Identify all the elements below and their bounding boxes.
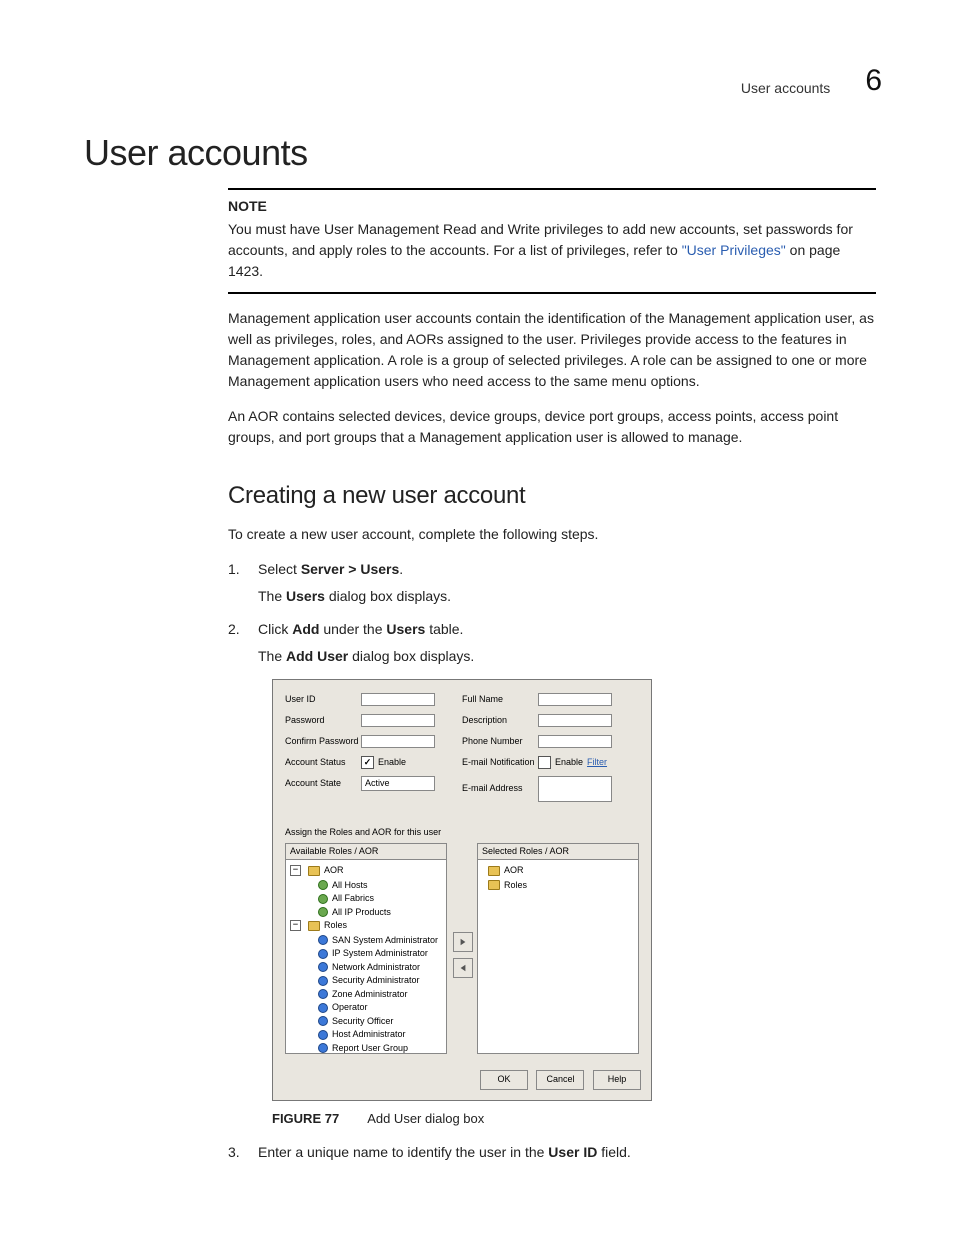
paragraph-2: An AOR contains selected devices, device…	[228, 406, 876, 448]
label-phone: Phone Number	[462, 735, 538, 749]
role-icon	[318, 935, 328, 945]
running-header: User accounts 6	[741, 66, 882, 96]
fabric-icon	[318, 894, 328, 904]
dialog-right-column: Full Name Description Phone Number E-mai…	[462, 692, 639, 808]
folder-icon	[308, 866, 320, 876]
label-description: Description	[462, 714, 538, 728]
available-header: Available Roles / AOR	[285, 843, 447, 860]
add-user-dialog: User ID Password Confirm Password Accoun…	[272, 679, 652, 1101]
page-title: User accounts	[84, 132, 308, 174]
figure-label: FIGURE 77	[272, 1111, 339, 1126]
user-id-field[interactable]	[361, 693, 435, 706]
email-notif-checkbox[interactable]	[538, 756, 551, 769]
steps-list: Select Server > Users. The Users dialog …	[228, 559, 876, 1163]
host-icon	[318, 880, 328, 890]
label-user-id: User ID	[285, 693, 361, 707]
role-icon	[318, 949, 328, 959]
role-icon	[318, 1003, 328, 1013]
rule-top	[228, 188, 876, 190]
role-icon	[318, 962, 328, 972]
step-1-result: The Users dialog box displays.	[258, 586, 876, 607]
account-state-field[interactable]: Active	[361, 776, 435, 791]
help-button[interactable]: Help	[593, 1070, 641, 1090]
subheading: Creating a new user account	[228, 478, 876, 514]
role-icon	[318, 1043, 328, 1053]
full-name-field[interactable]	[538, 693, 612, 706]
available-list[interactable]: −AOR All Hosts All Fabrics All IP Produc…	[285, 859, 447, 1054]
password-field[interactable]	[361, 714, 435, 727]
role-icon	[318, 1016, 328, 1026]
ok-button[interactable]: OK	[480, 1070, 528, 1090]
link-user-privileges[interactable]: "User Privileges"	[682, 242, 786, 258]
paragraph-1: Management application user accounts con…	[228, 308, 876, 392]
minus-icon[interactable]: −	[290, 865, 301, 876]
selected-list[interactable]: AOR Roles	[477, 859, 639, 1054]
folder-icon	[488, 866, 500, 876]
step-2-result: The Add User dialog box displays.	[258, 646, 876, 667]
label-account-status: Account Status	[285, 756, 361, 770]
dialog-left-column: User ID Password Confirm Password Accoun…	[285, 692, 462, 808]
figure-caption: FIGURE 77 Add User dialog box	[272, 1109, 876, 1129]
role-icon	[318, 976, 328, 986]
body-column: NOTE You must have User Management Read …	[228, 188, 876, 1171]
account-status-enable: Enable	[378, 756, 406, 770]
label-email-address: E-mail Address	[462, 782, 538, 796]
minus-icon[interactable]: −	[290, 920, 301, 931]
assign-label: Assign the Roles and AOR for this user	[285, 826, 639, 840]
label-full-name: Full Name	[462, 693, 538, 707]
step-2: Click Add under the Users table. The Add…	[228, 619, 876, 1128]
dialog-buttons: OK Cancel Help	[273, 1060, 651, 1100]
step-3: Enter a unique name to identify the user…	[228, 1142, 876, 1163]
label-password: Password	[285, 714, 361, 728]
chapter-number: 6	[865, 66, 882, 96]
ip-icon	[318, 907, 328, 917]
role-icon	[318, 1030, 328, 1040]
page: User accounts 6 User accounts NOTE You m…	[0, 0, 954, 1235]
role-icon	[318, 989, 328, 999]
account-status-checkbox[interactable]	[361, 756, 374, 769]
email-address-field[interactable]	[538, 776, 612, 802]
cancel-button[interactable]: Cancel	[536, 1070, 584, 1090]
folder-icon	[308, 921, 320, 931]
figure-text: Add User dialog box	[367, 1111, 484, 1126]
filter-link[interactable]: Filter	[587, 756, 607, 770]
note-label: NOTE	[228, 196, 876, 217]
note-block: NOTE You must have User Management Read …	[228, 196, 876, 282]
description-field[interactable]	[538, 714, 612, 727]
selected-header: Selected Roles / AOR	[477, 843, 639, 860]
remove-role-button[interactable]	[453, 958, 473, 978]
folder-icon	[488, 880, 500, 890]
label-email-notif: E-mail Notification	[462, 756, 538, 770]
step-1: Select Server > Users. The Users dialog …	[228, 559, 876, 607]
confirm-password-field[interactable]	[361, 735, 435, 748]
add-role-button[interactable]	[453, 932, 473, 952]
phone-field[interactable]	[538, 735, 612, 748]
role-grid: Available Roles / AOR −AOR All Hosts All…	[285, 843, 639, 1055]
label-account-state: Account State	[285, 777, 361, 791]
rule-bottom	[228, 292, 876, 294]
intro-text: To create a new user account, complete t…	[228, 524, 876, 545]
header-section: User accounts	[741, 80, 830, 96]
note-text: You must have User Management Read and W…	[228, 219, 876, 282]
label-confirm-password: Confirm Password	[285, 735, 361, 749]
